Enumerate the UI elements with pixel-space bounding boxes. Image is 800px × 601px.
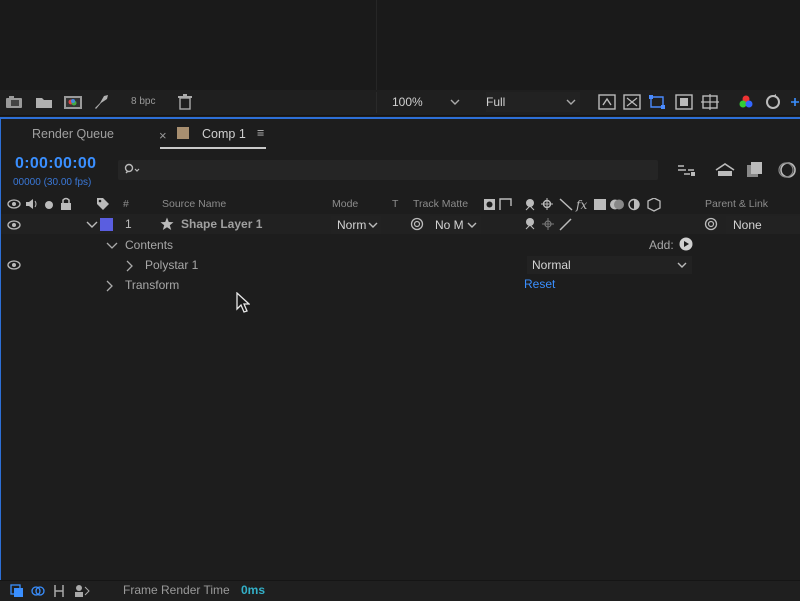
audio-icon (24, 198, 38, 210)
region-of-interest-icon[interactable] (675, 94, 693, 110)
column-header-track-matte: Track Matte (413, 198, 469, 210)
search-input[interactable] (118, 160, 658, 180)
timeline-footer (0, 580, 800, 601)
current-time-display[interactable]: 0:00:00:00 (15, 155, 96, 173)
chevron-right-icon[interactable] (105, 280, 115, 292)
tab-render-queue[interactable]: Render Queue (32, 127, 114, 141)
pickwhip-icon[interactable] (410, 217, 424, 231)
chevron-down-icon (467, 220, 477, 230)
column-header-number: # (123, 198, 129, 210)
column-header-source-name[interactable]: Source Name (162, 198, 226, 210)
reset-exposure-icon[interactable] (764, 94, 782, 110)
reset-link[interactable]: Reset (524, 277, 555, 291)
parent-value: None (733, 218, 762, 232)
mask-path-icon[interactable] (648, 94, 666, 110)
viewer-divider (376, 0, 377, 90)
layer-label-color[interactable] (100, 218, 113, 231)
layer-switches-toggle-icon[interactable] (10, 584, 24, 598)
composition-icon (177, 127, 189, 139)
blending-mode-dropdown[interactable]: Norm (331, 216, 381, 234)
column-header-t: T (392, 198, 399, 210)
layer-number: 1 (125, 217, 132, 231)
frame-blending-icon[interactable] (746, 161, 764, 179)
polystar-blend-mode-value: Normal (532, 258, 571, 272)
close-icon[interactable]: × (159, 128, 167, 143)
frame-render-time-label: Frame Render Time (123, 583, 230, 597)
frame-rate-info: 00000 (30.00 fps) (13, 177, 92, 188)
column-header-mode: Mode (332, 198, 359, 210)
chevron-down-icon (566, 92, 576, 112)
trash-icon[interactable] (177, 94, 195, 110)
screenshot-icon[interactable] (5, 94, 23, 110)
zoom-dropdown[interactable]: 100% (392, 92, 464, 112)
toolbar-divider (376, 92, 377, 113)
chevron-right-icon[interactable] (125, 260, 135, 272)
transparency-grid-icon[interactable] (623, 94, 641, 110)
track-matte-value: No M (435, 218, 464, 232)
layer-name[interactable]: Shape Layer 1 (181, 217, 262, 231)
transform-group-label[interactable]: Transform (125, 278, 179, 292)
chevron-down-icon (368, 220, 378, 230)
label-tag-icon (96, 197, 110, 211)
timeline-panel (0, 119, 800, 600)
add-label: Add: (649, 238, 674, 252)
parent-pickwhip-icon[interactable] (704, 217, 718, 231)
bit-depth-label[interactable]: 8 bpc (131, 96, 155, 107)
svg-text:fx: fx (575, 198, 587, 212)
chevron-down-icon (450, 92, 460, 112)
polystar-label[interactable]: Polystar 1 (145, 258, 198, 272)
active-tab-indicator (160, 147, 266, 149)
in-out-toggle-icon[interactable] (52, 584, 66, 598)
resolution-value: Full (486, 95, 506, 109)
folder-icon[interactable] (35, 94, 53, 110)
video-visibility-icon[interactable] (7, 259, 21, 271)
resolution-dropdown[interactable]: Full (486, 92, 580, 112)
zoom-value: 100% (392, 95, 423, 109)
chevron-down-icon[interactable] (106, 241, 118, 251)
blending-mode-value: Norm (337, 218, 367, 232)
draft-3d-icon[interactable] (714, 162, 736, 178)
solo-icon (44, 200, 54, 210)
composition-viewer[interactable] (0, 0, 800, 90)
chevron-down-icon (677, 260, 687, 270)
layer-row[interactable] (1, 214, 800, 234)
render-time-toggle-icon[interactable] (74, 584, 90, 598)
composition-flowchart-icon[interactable] (676, 162, 696, 178)
search-icon (124, 163, 142, 177)
lock-icon (60, 197, 72, 210)
contents-group-label[interactable]: Contents (125, 238, 173, 252)
layer-switches[interactable] (524, 217, 584, 231)
track-matte-dropdown[interactable]: No M (430, 216, 481, 234)
polystar-blend-mode-dropdown[interactable]: Normal (527, 256, 692, 274)
transfer-controls-toggle-icon[interactable] (31, 584, 45, 598)
column-header-parent-link: Parent & Link (705, 198, 769, 210)
tab-comp-1[interactable]: Comp 1 (202, 127, 246, 141)
chevron-down-icon[interactable] (86, 220, 98, 230)
fast-preview-icon[interactable] (598, 94, 616, 110)
frame-render-time-value: 0ms (241, 583, 266, 597)
exposure-plus-icon[interactable] (788, 94, 800, 110)
channels-icon[interactable] (737, 94, 755, 110)
video-visibility-icon[interactable] (7, 219, 21, 231)
switches-header-icons: fx (484, 198, 664, 212)
star-icon (160, 217, 174, 231)
color-picture-icon[interactable] (63, 94, 82, 110)
motion-blur-icon[interactable] (777, 161, 797, 179)
video-visibility-icon (7, 198, 21, 210)
mouse-cursor-icon (236, 292, 250, 314)
rocket-icon[interactable] (92, 94, 110, 110)
viewer-toolbar: 8 bpc 100% Full (0, 90, 800, 116)
parent-dropdown[interactable]: None (726, 216, 800, 234)
panel-menu-icon[interactable]: ≡ (257, 126, 264, 140)
grid-guides-icon[interactable] (701, 94, 719, 110)
add-menu-icon[interactable] (679, 237, 693, 251)
